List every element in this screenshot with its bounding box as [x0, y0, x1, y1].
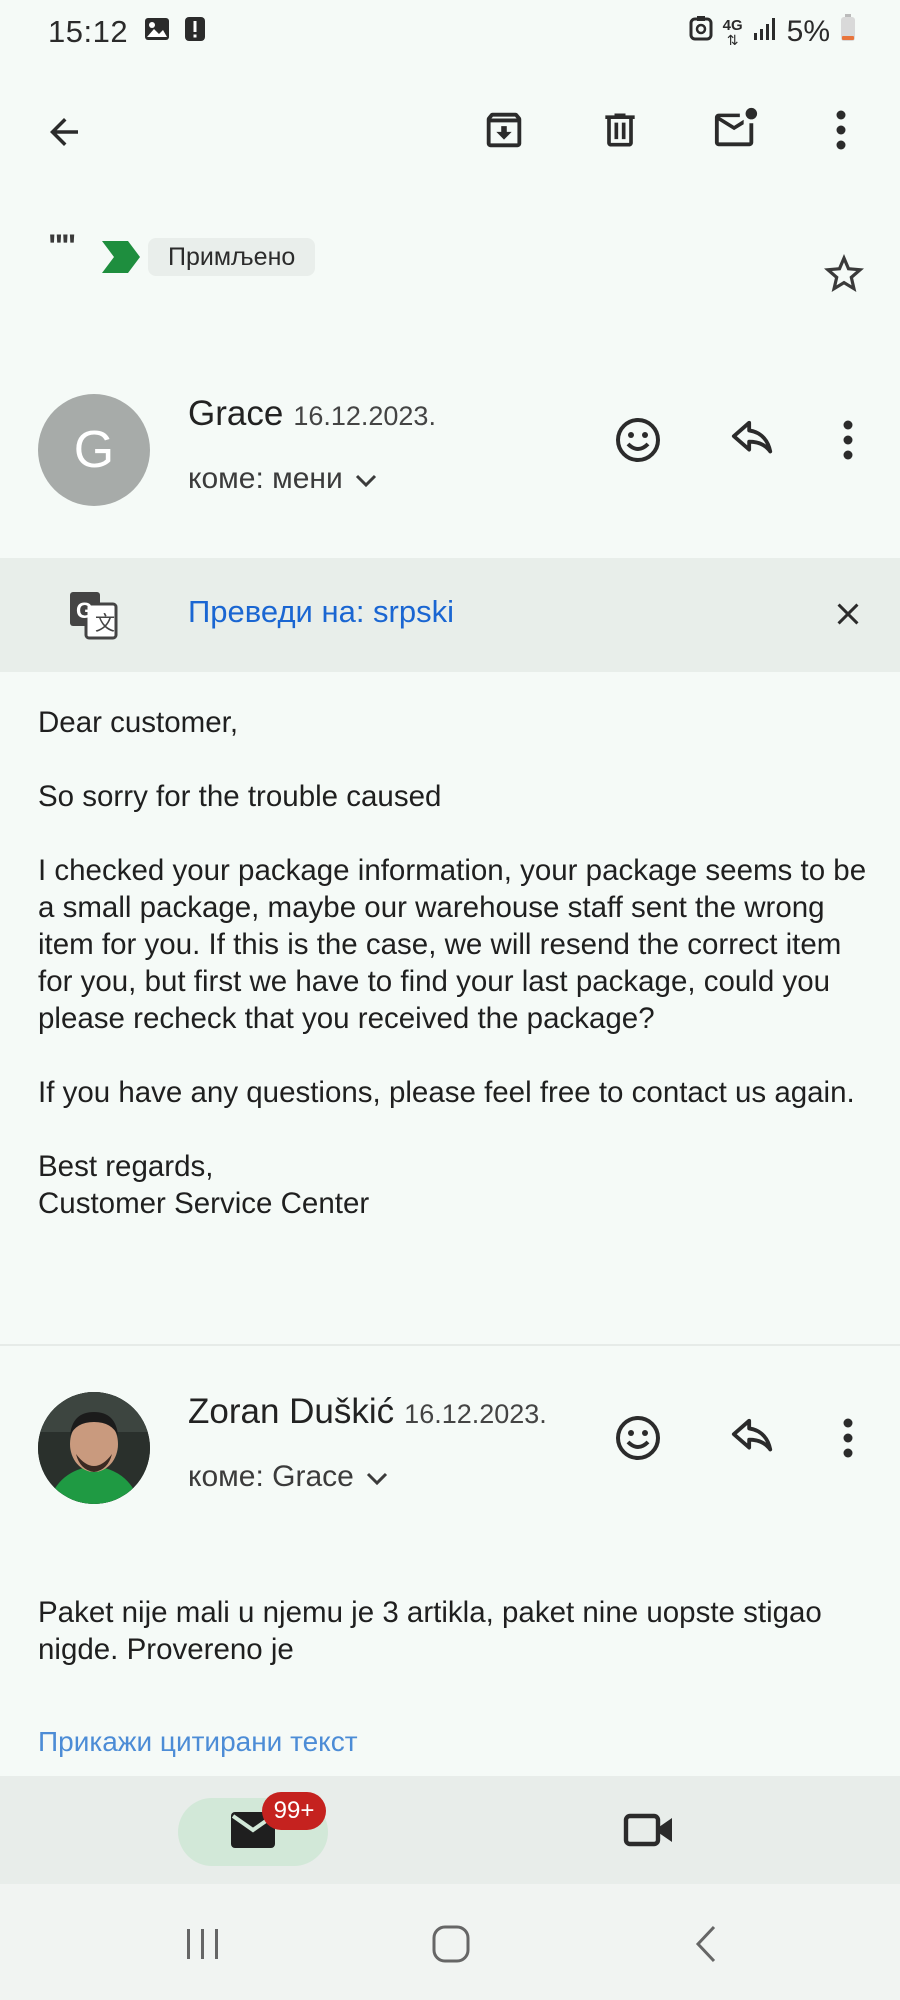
recipient-toggle[interactable]: коме: Grace — [188, 1460, 388, 1494]
recent-apps-button[interactable] — [170, 1918, 236, 1974]
signal-icon — [753, 15, 777, 49]
battery-icon — [840, 14, 856, 50]
translate-icon: G 文 — [68, 590, 120, 647]
delete-button[interactable] — [590, 102, 650, 162]
star-outline-icon — [820, 250, 868, 303]
message1-sender-line: Grace 16.12.2023. — [188, 394, 436, 434]
recipient-label: коме: Grace — [188, 1460, 354, 1493]
sender-name: Grace — [188, 394, 284, 433]
network-label: 4G — [722, 16, 743, 34]
status-left-icons — [144, 16, 206, 47]
message-more-button[interactable] — [828, 1410, 868, 1470]
message2-body: Paket nije mali u njemu je 3 artikla, pa… — [38, 1594, 868, 1668]
back-nav-button[interactable] — [676, 1916, 736, 1976]
nav-meet-button[interactable] — [614, 1804, 684, 1860]
svg-text:G: G — [76, 598, 93, 623]
recipient-label: коме: мени — [188, 462, 343, 495]
message1-body: Dear customer, So sorry for the trouble … — [38, 704, 868, 1222]
chevron-down-icon — [366, 1460, 388, 1494]
chevron-down-icon — [355, 462, 377, 496]
sync-icon — [689, 15, 713, 49]
translate-link[interactable]: Преведи на: srpski — [188, 594, 454, 630]
more-options-button[interactable] — [816, 102, 866, 162]
recents-icon — [185, 1927, 221, 1966]
trash-icon — [598, 108, 642, 157]
body-signature: Customer Service Center — [38, 1187, 370, 1220]
body-paragraph: Paket nije mali u njemu je 3 artikla, pa… — [38, 1596, 822, 1666]
archive-icon — [481, 107, 527, 158]
body-paragraph: I checked your package information, your… — [38, 854, 867, 1035]
back-chevron-icon — [694, 1924, 718, 1969]
back-arrow-icon — [43, 111, 85, 158]
home-icon — [432, 1925, 470, 1968]
archive-button[interactable] — [474, 102, 534, 162]
body-signoff: Best regards, — [38, 1150, 214, 1183]
more-vert-icon — [842, 1417, 854, 1464]
more-vert-icon — [835, 109, 847, 156]
battery-percent: 5% — [786, 15, 830, 48]
status-time: 15:12 — [48, 14, 129, 49]
recipient-toggle[interactable]: коме: мени — [188, 462, 377, 496]
show-quoted-text-link[interactable]: Прикажи цитирани текст — [38, 1726, 358, 1758]
video-camera-icon — [623, 1811, 675, 1854]
star-button[interactable] — [816, 248, 872, 304]
important-marker-icon[interactable] — [100, 241, 142, 278]
image-icon — [144, 17, 170, 46]
close-translate-button[interactable] — [822, 590, 874, 642]
bottom-nav — [0, 1776, 900, 1884]
message-date: 16.12.2023. — [404, 1399, 547, 1429]
network-4g-icon: 4G ⇅ — [722, 16, 743, 48]
mark-unread-icon — [711, 106, 761, 157]
body-paragraph: If you have any questions, please feel f… — [38, 1076, 855, 1109]
body-greeting: Dear customer, — [38, 706, 239, 739]
react-emoji-button[interactable] — [608, 1410, 668, 1470]
reply-icon — [730, 1418, 776, 1463]
home-button[interactable] — [418, 1916, 484, 1976]
message-date: 16.12.2023. — [293, 401, 436, 431]
avatar-initial: G — [73, 421, 115, 479]
close-icon — [830, 596, 866, 637]
status-right: 4G ⇅ 5% — [689, 14, 856, 50]
subject-text: "" — [48, 228, 76, 264]
more-vert-icon — [842, 419, 854, 466]
message2-sender-line: Zoran Duškić 16.12.2023. — [188, 1392, 547, 1432]
avatar[interactable]: G — [38, 394, 150, 506]
reply-icon — [730, 420, 776, 465]
label-chip-inbox[interactable]: Примљено — [148, 238, 316, 276]
alert-icon — [184, 16, 206, 47]
message-divider — [0, 1344, 900, 1346]
reply-button[interactable] — [720, 412, 786, 472]
body-paragraph: So sorry for the trouble caused — [38, 780, 442, 813]
reply-button[interactable] — [720, 1410, 786, 1470]
mark-unread-button[interactable] — [704, 100, 768, 162]
react-emoji-button[interactable] — [608, 412, 668, 472]
emoji-icon — [614, 416, 662, 469]
unread-badge: 99+ — [262, 1792, 326, 1830]
message-more-button[interactable] — [828, 412, 868, 472]
emoji-icon — [614, 1414, 662, 1467]
sender-name: Zoran Duškić — [188, 1392, 395, 1431]
avatar[interactable] — [38, 1392, 150, 1504]
back-button[interactable] — [34, 104, 94, 164]
svg-text:文: 文 — [95, 612, 115, 635]
